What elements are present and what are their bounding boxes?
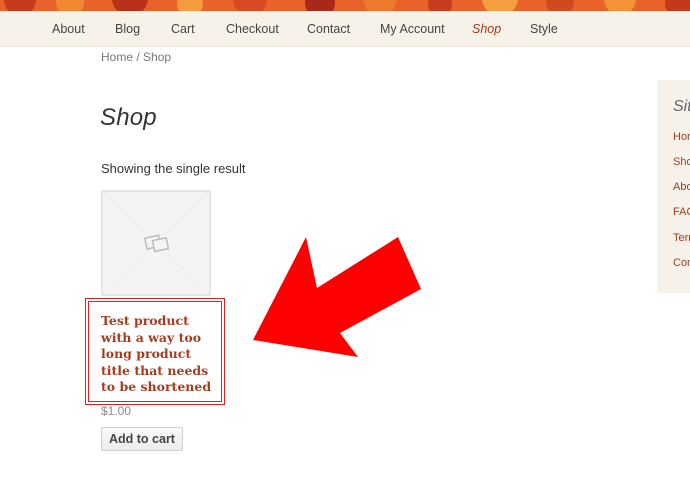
nav-item-about[interactable]: About: [52, 22, 85, 36]
main-navigation: About Blog Cart Checkout Contact My Acco…: [0, 11, 690, 47]
add-to-cart-button[interactable]: Add to cart: [101, 427, 183, 451]
result-count: Showing the single result: [101, 161, 246, 176]
page-title: Shop: [100, 104, 157, 131]
product-price: $1.00: [101, 404, 132, 418]
nav-item-style[interactable]: Style: [530, 22, 558, 36]
sidebar-title: Site: [673, 98, 690, 115]
sidebar-item-terms[interactable]: Terms: [673, 232, 690, 244]
annotation-arrow-icon: [253, 237, 421, 357]
sidebar-item-faq[interactable]: FAQ: [673, 206, 690, 218]
sidebar: Site Home Shop About FAQ Terms Contact: [657, 80, 690, 293]
product-title-link[interactable]: Test product with a way too long product…: [101, 313, 221, 396]
breadcrumb-home-link[interactable]: Home: [101, 50, 133, 64]
header-banner: [0, 0, 690, 11]
breadcrumb-separator: /: [133, 50, 144, 64]
sidebar-item-shop[interactable]: Shop: [673, 156, 690, 168]
sidebar-item-contact[interactable]: Contact: [673, 257, 690, 269]
breadcrumb-current: Shop: [143, 50, 172, 64]
nav-item-contact[interactable]: Contact: [307, 22, 350, 36]
nav-item-shop[interactable]: Shop: [472, 22, 501, 36]
placeholder-image-icon: [103, 192, 209, 294]
nav-item-checkout[interactable]: Checkout: [226, 22, 279, 36]
sidebar-item-home[interactable]: Home: [673, 131, 690, 143]
nav-item-blog[interactable]: Blog: [115, 22, 140, 36]
sidebar-item-about[interactable]: About: [673, 181, 690, 193]
nav-item-cart[interactable]: Cart: [171, 22, 195, 36]
breadcrumb: Home / Shop: [101, 50, 171, 64]
nav-item-my-account[interactable]: My Account: [380, 22, 445, 36]
product-image[interactable]: [101, 190, 211, 296]
